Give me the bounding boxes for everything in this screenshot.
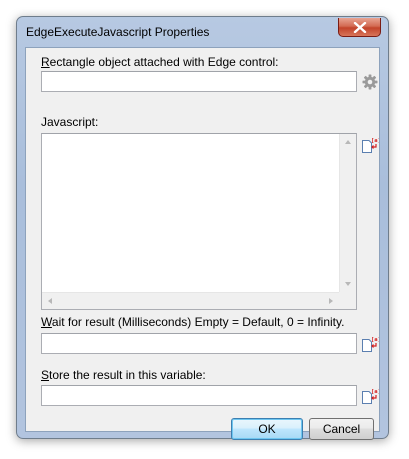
store-variable-input[interactable] [41, 385, 357, 406]
scroll-left-arrow-icon[interactable] [48, 298, 52, 304]
scroll-down-arrow-icon[interactable] [345, 282, 351, 286]
title-bar[interactable]: EdgeExecuteJavascript Properties [17, 17, 388, 47]
vertical-scrollbar[interactable] [339, 134, 356, 292]
svg-text:[a]: [a] [371, 337, 379, 343]
scroll-right-arrow-icon[interactable] [329, 298, 333, 304]
variable-insert-icon: [a] [362, 138, 381, 153]
gear-icon [362, 74, 378, 90]
close-icon [353, 22, 367, 33]
horizontal-scrollbar[interactable] [42, 292, 339, 309]
scroll-up-arrow-icon[interactable] [345, 140, 351, 144]
close-button[interactable] [338, 18, 381, 37]
cancel-button[interactable]: Cancel [309, 418, 374, 440]
javascript-textarea[interactable] [41, 133, 357, 310]
store-label: Store the result in this variable: [41, 368, 206, 382]
scrollbar-corner [339, 292, 356, 309]
properties-dialog: EdgeExecuteJavascript Properties Rectang… [16, 16, 389, 440]
store-variable-button[interactable]: [a] [361, 387, 381, 405]
ok-button[interactable]: OK [231, 418, 303, 440]
wait-label: Wait for result (Milliseconds) Empty = D… [41, 315, 345, 329]
window-title: EdgeExecuteJavascript Properties [26, 25, 210, 39]
javascript-variable-button[interactable]: [a] [361, 136, 381, 154]
variable-insert-icon: [a] [362, 389, 381, 404]
dialog-client-area: Rectangle object attached with Edge cont… [25, 47, 381, 440]
rectangle-object-input[interactable] [41, 71, 357, 92]
variable-insert-icon: [a] [362, 337, 381, 352]
rectangle-label: Rectangle object attached with Edge cont… [41, 55, 279, 69]
svg-text:[a]: [a] [371, 389, 379, 395]
settings-button[interactable] [361, 73, 379, 91]
svg-text:[a]: [a] [371, 138, 379, 144]
wait-milliseconds-input[interactable] [41, 333, 357, 354]
javascript-label: Javascript: [41, 115, 99, 129]
wait-variable-button[interactable]: [a] [361, 335, 381, 353]
